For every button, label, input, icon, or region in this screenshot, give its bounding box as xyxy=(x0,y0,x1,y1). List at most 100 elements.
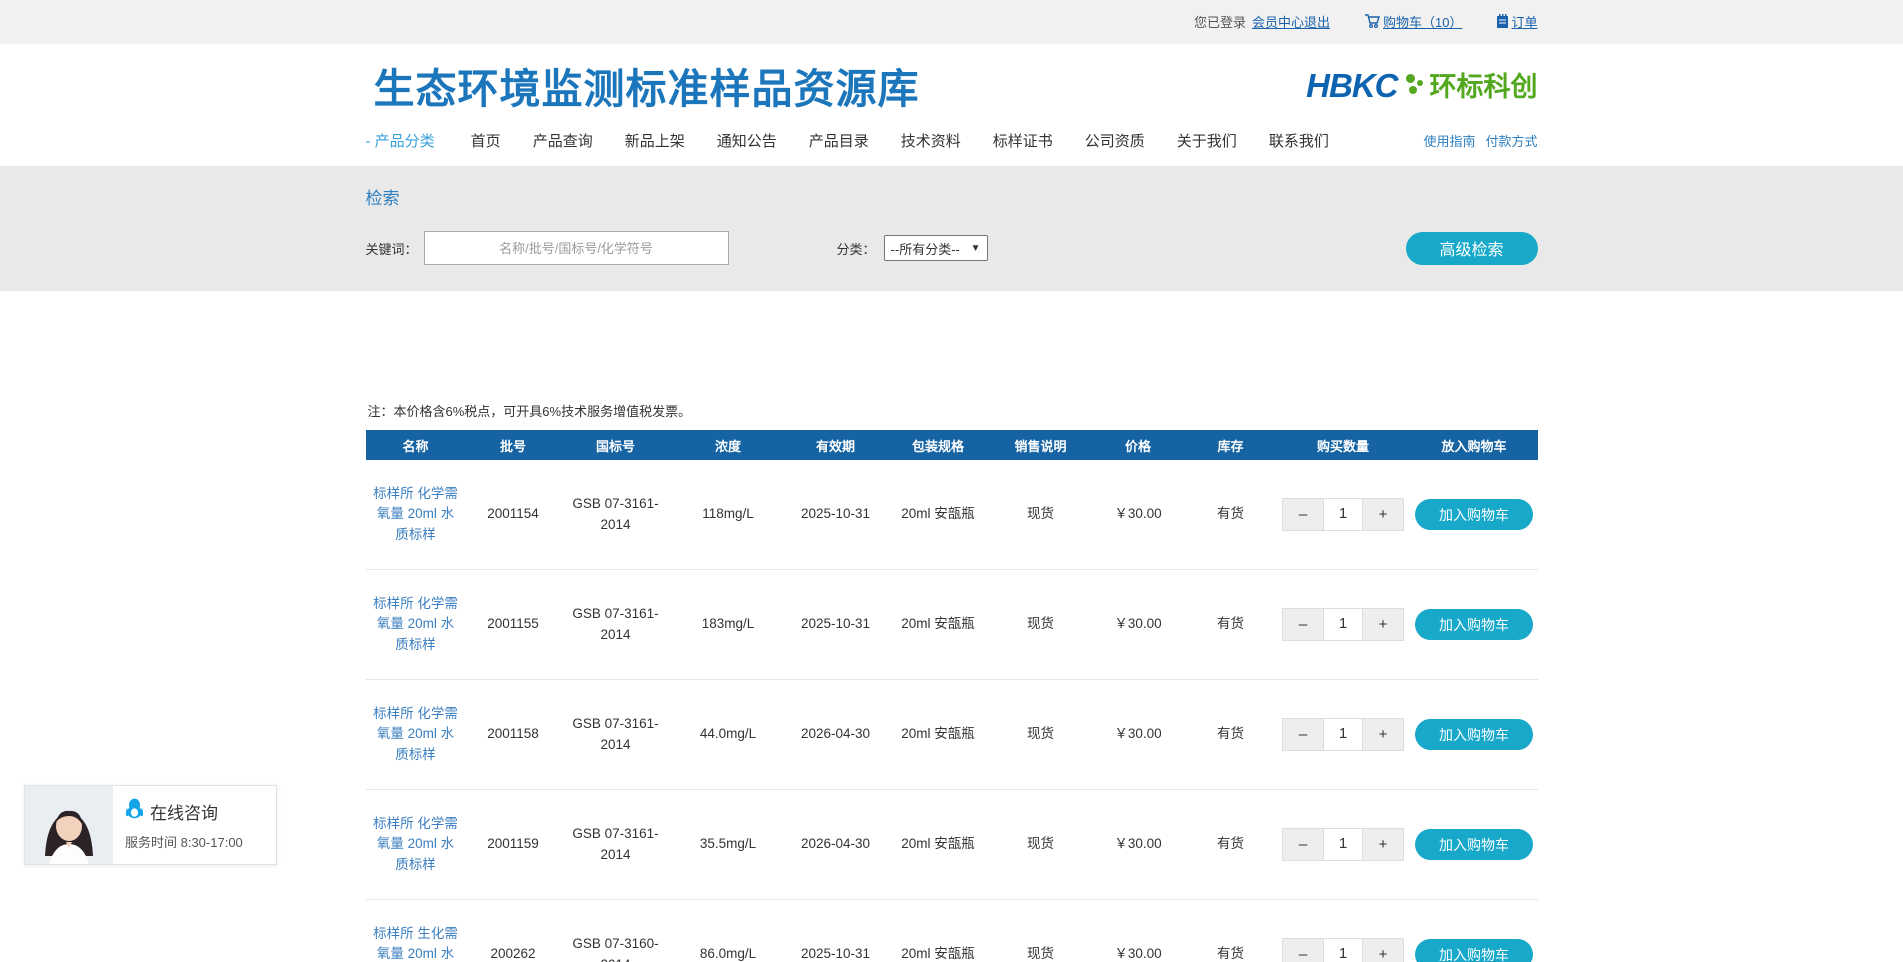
keyword-input[interactable] xyxy=(424,231,729,265)
column-header: 浓度 xyxy=(671,436,786,455)
column-header: 库存 xyxy=(1186,436,1276,455)
cart-link-label: 购物车（10） xyxy=(1383,12,1462,31)
column-header: 销售说明 xyxy=(991,436,1091,455)
nav-item[interactable]: 通知公告 xyxy=(717,130,777,151)
main-nav: - 产品分类 首页 产品查询 新品上架 通知公告 产品目录 技术资料 标样证书 公司资质 关于我… xyxy=(366,120,1538,160)
add-to-cart-button[interactable]: 加入购物车 xyxy=(1415,499,1533,530)
qty-minus-button[interactable]: – xyxy=(1283,609,1323,640)
price-cell: ￥30.00 xyxy=(1091,504,1186,524)
gsb-number-cell: GSB 07-3161-2014 xyxy=(561,494,671,535)
gsb-number-cell: GSB 07-3161-2014 xyxy=(561,604,671,645)
qty-value[interactable]: 1 xyxy=(1323,829,1363,860)
add-to-cart-button[interactable]: 加入购物车 xyxy=(1415,719,1533,750)
product-name-link[interactable]: 标样所 生化需氧量 20ml 水质标样 xyxy=(373,926,458,962)
orders-link[interactable]: 订单 xyxy=(1496,12,1537,31)
keyword-label: 关键词： xyxy=(366,239,418,258)
nav-item[interactable]: 产品查询 xyxy=(533,130,593,151)
gsb-number-cell: GSB 07-3161-2014 xyxy=(561,824,671,865)
search-title: 检索 xyxy=(366,184,1538,209)
qty-minus-button[interactable]: – xyxy=(1283,499,1323,530)
expiry-cell: 2026-04-30 xyxy=(786,724,886,744)
add-to-cart-button[interactable]: 加入购物车 xyxy=(1415,829,1533,860)
qty-value[interactable]: 1 xyxy=(1323,609,1363,640)
add-to-cart-button[interactable]: 加入购物车 xyxy=(1415,609,1533,640)
product-table: 名称批号国标号浓度有效期包装规格销售说明价格库存购买数量放入购物车 标样所 化学… xyxy=(366,430,1538,962)
stock-cell: 有货 xyxy=(1186,724,1276,744)
category-select-value: --所有分类-- xyxy=(891,239,960,258)
nav-item[interactable]: 技术资料 xyxy=(901,130,961,151)
advanced-search-button[interactable]: 高级检索 xyxy=(1406,232,1538,265)
nav-item[interactable]: 公司资质 xyxy=(1085,130,1145,151)
qty-plus-button[interactable]: + xyxy=(1363,499,1403,530)
quantity-stepper: – 1 + xyxy=(1282,718,1404,751)
company-logo-abbr: HBKC xyxy=(1306,69,1397,102)
logo-dots-icon xyxy=(1404,72,1424,102)
column-header: 包装规格 xyxy=(886,436,991,455)
site-title: 生态环境监测标准样品资源库 xyxy=(366,55,920,115)
orders-link-label: 订单 xyxy=(1511,12,1537,31)
column-header: 放入购物车 xyxy=(1411,436,1538,455)
nav-item-product-category[interactable]: - 产品分类 xyxy=(366,130,435,151)
qty-plus-button[interactable]: + xyxy=(1363,719,1403,750)
logout-link[interactable]: 退出 xyxy=(1304,12,1330,31)
qty-value[interactable]: 1 xyxy=(1323,499,1363,530)
qty-value[interactable]: 1 xyxy=(1323,719,1363,750)
table-row: 标样所 化学需氧量 20ml 水质标样 2001158 GSB 07-3161-… xyxy=(366,680,1538,790)
product-name-link[interactable]: 标样所 化学需氧量 20ml 水质标样 xyxy=(373,816,458,872)
nav-item[interactable]: 首页 xyxy=(471,130,501,151)
company-logo-name: 环标科创 xyxy=(1430,73,1538,101)
stock-cell: 有货 xyxy=(1186,614,1276,634)
tax-note: 注：本价格含6%税点，可开具6%技术服务增值税发票。 xyxy=(366,401,1538,420)
nav-items: 首页 产品查询 新品上架 通知公告 产品目录 技术资料 标样证书 公司资质 关于我们 联系我们 xyxy=(471,130,1329,151)
stock-cell: 有货 xyxy=(1186,944,1276,962)
qty-minus-button[interactable]: – xyxy=(1283,939,1323,962)
qty-plus-button[interactable]: + xyxy=(1363,939,1403,962)
nav-item[interactable]: 产品目录 xyxy=(809,130,869,151)
nav-item[interactable]: 新品上架 xyxy=(625,130,685,151)
column-header: 有效期 xyxy=(786,436,886,455)
consult-hours: 服务时间 8:30-17:00 xyxy=(125,832,276,851)
table-row: 标样所 生化需氧量 20ml 水质标样 200262 GSB 07-3160-2… xyxy=(366,900,1538,962)
nav-item[interactable]: 联系我们 xyxy=(1269,130,1329,151)
concentration-cell: 86.0mg/L xyxy=(671,944,786,962)
category-select[interactable]: --所有分类-- ▼ xyxy=(884,235,988,261)
table-row: 标样所 化学需氧量 20ml 水质标样 2001154 GSB 07-3161-… xyxy=(366,460,1538,570)
consult-widget[interactable]: 在线咨询 服务时间 8:30-17:00 xyxy=(24,785,277,865)
qty-minus-button[interactable]: – xyxy=(1283,719,1323,750)
quantity-stepper: – 1 + xyxy=(1282,608,1404,641)
qty-plus-button[interactable]: + xyxy=(1363,609,1403,640)
batch-cell: 2001159 xyxy=(466,834,561,854)
expiry-cell: 2025-10-31 xyxy=(786,944,886,962)
batch-cell: 2001154 xyxy=(466,504,561,524)
sale-status-cell: 现货 xyxy=(991,504,1091,524)
add-to-cart-button[interactable]: 加入购物车 xyxy=(1415,939,1533,962)
batch-cell: 2001158 xyxy=(466,724,561,744)
cart-link[interactable]: 购物车（10） xyxy=(1364,12,1462,31)
order-icon xyxy=(1496,14,1509,29)
column-header: 价格 xyxy=(1091,436,1186,455)
qty-plus-button[interactable]: + xyxy=(1363,829,1403,860)
package-cell: 20ml 安瓿瓶 xyxy=(886,504,991,524)
qty-value[interactable]: 1 xyxy=(1323,939,1363,962)
table-row: 标样所 化学需氧量 20ml 水质标样 2001159 GSB 07-3161-… xyxy=(366,790,1538,900)
product-name-link[interactable]: 标样所 化学需氧量 20ml 水质标样 xyxy=(373,596,458,652)
qty-minus-button[interactable]: – xyxy=(1283,829,1323,860)
header-utility-link[interactable]: 使用指南 xyxy=(1423,131,1475,150)
price-cell: ￥30.00 xyxy=(1091,834,1186,854)
column-header: 名称 xyxy=(366,436,466,455)
batch-cell: 2001155 xyxy=(466,614,561,634)
product-name-link[interactable]: 标样所 化学需氧量 20ml 水质标样 xyxy=(373,486,458,542)
header-utility-link[interactable]: 付款方式 xyxy=(1485,131,1537,150)
nav-item[interactable]: 关于我们 xyxy=(1177,130,1237,151)
package-cell: 20ml 安瓿瓶 xyxy=(886,724,991,744)
sale-status-cell: 现货 xyxy=(991,834,1091,854)
member-center-link[interactable]: 会员中心 xyxy=(1252,12,1304,31)
nav-item[interactable]: 标样证书 xyxy=(993,130,1053,151)
sale-status-cell: 现货 xyxy=(991,944,1091,962)
price-cell: ￥30.00 xyxy=(1091,614,1186,634)
table-body: 标样所 化学需氧量 20ml 水质标样 2001154 GSB 07-3161-… xyxy=(366,460,1538,962)
price-cell: ￥30.00 xyxy=(1091,944,1186,962)
package-cell: 20ml 安瓿瓶 xyxy=(886,944,991,962)
sale-status-cell: 现货 xyxy=(991,724,1091,744)
product-name-link[interactable]: 标样所 化学需氧量 20ml 水质标样 xyxy=(373,706,458,762)
